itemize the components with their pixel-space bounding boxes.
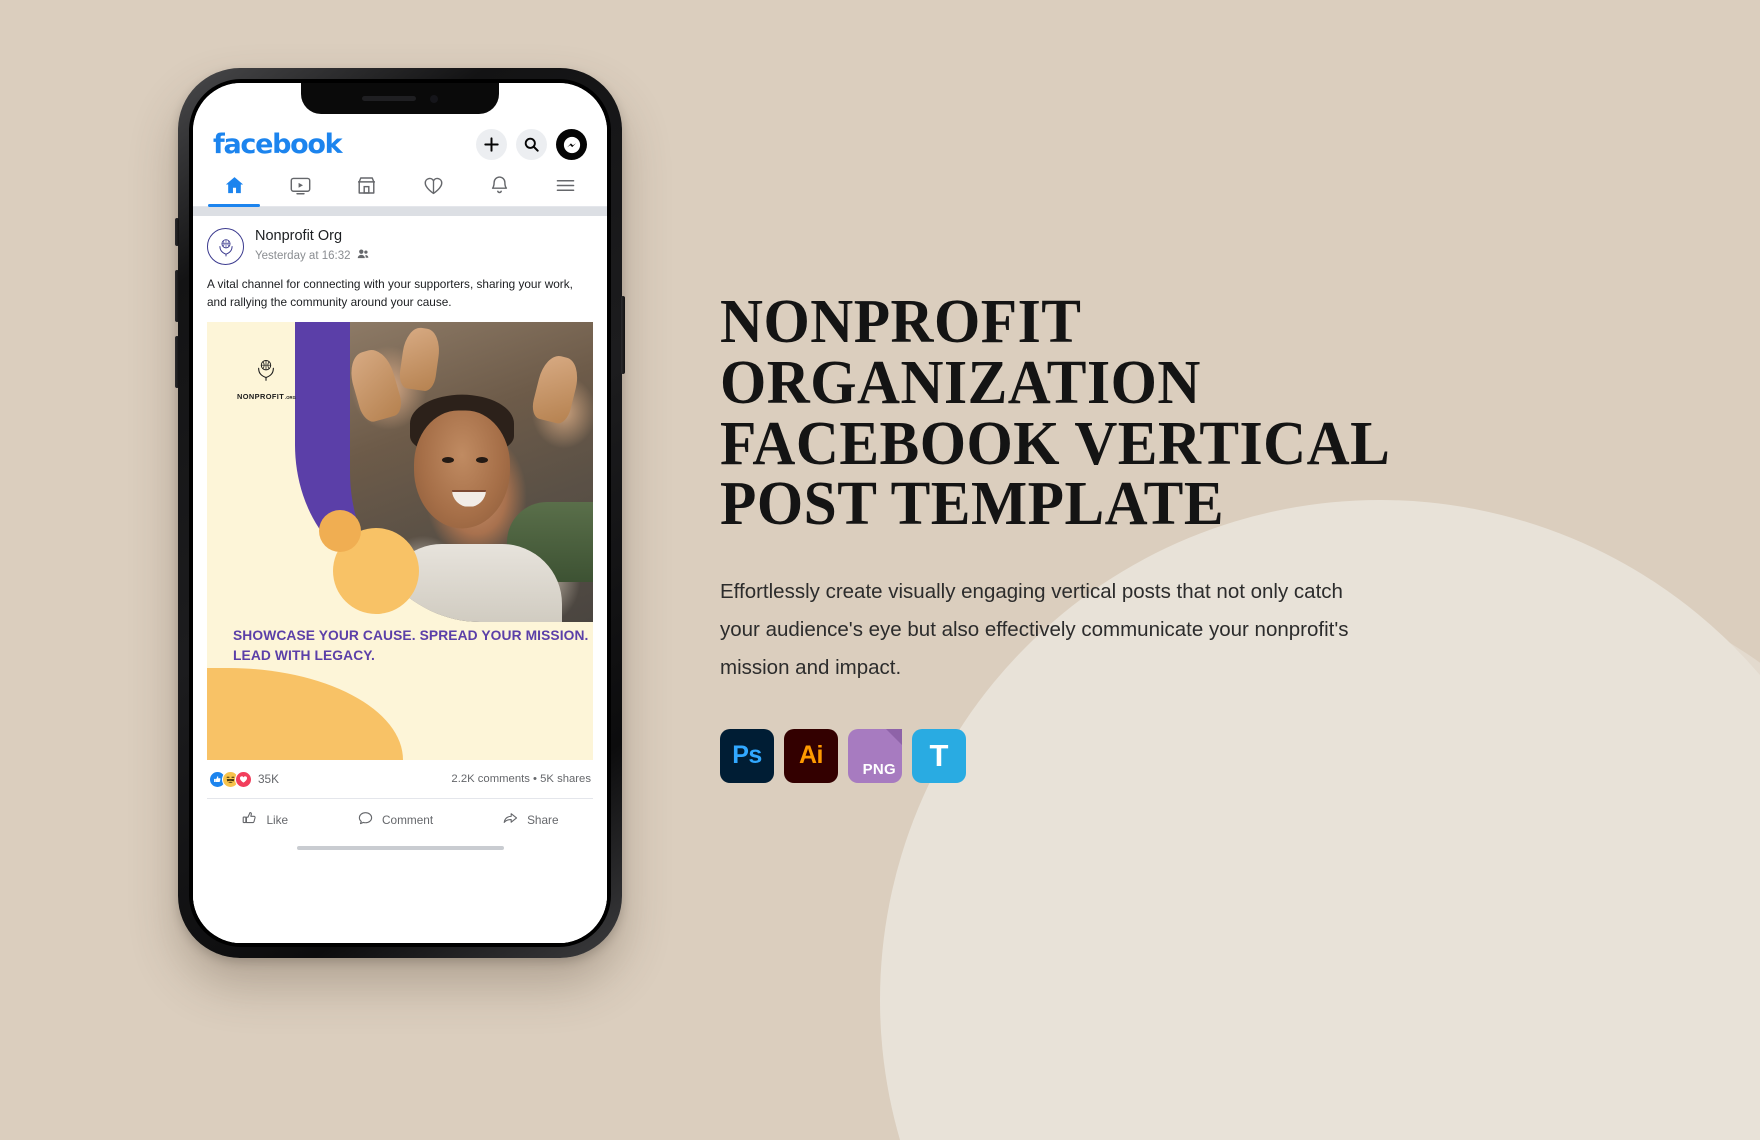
post-action-bar: Like Comment Share — [207, 799, 593, 842]
phone-power-button — [621, 296, 625, 374]
phone-screen: facebook Nonprofit Org Yesterday at 16:3… — [193, 83, 607, 943]
friends-icon — [357, 247, 369, 265]
photo-child-face — [413, 410, 510, 529]
comment-button[interactable]: Comment — [357, 810, 433, 830]
comments-shares-count: 2.2K comments • 5K shares — [451, 773, 591, 786]
png-badge-label: PNG — [862, 760, 896, 778]
illustrator-badge-label: Ai — [799, 741, 824, 770]
template-net-badge-label: T — [929, 737, 949, 773]
post-creative-image[interactable]: NONPROFIT .ORG SHOWCASE YOUR CAUSE. SPREA… — [207, 321, 593, 760]
like-button[interactable]: Like — [241, 810, 288, 830]
creative-logo-suffix: .ORG — [285, 394, 296, 400]
phone-notch — [301, 83, 499, 114]
template-net-badge[interactable]: T — [912, 728, 966, 783]
reaction-count: 35K — [258, 772, 279, 787]
share-button-label: Share — [527, 812, 559, 827]
home-indicator — [296, 845, 504, 850]
png-badge[interactable]: PNG — [848, 728, 902, 783]
facebook-app: facebook Nonprofit Org Yesterday at 16:3… — [193, 83, 607, 943]
front-camera — [430, 94, 438, 103]
feed-post: Nonprofit Org Yesterday at 16:32 A vital… — [193, 216, 607, 943]
phone-mute-switch — [175, 218, 179, 246]
phone-mockup: facebook Nonprofit Org Yesterday at 16:3… — [175, 68, 625, 958]
post-author-block: Nonprofit Org Yesterday at 16:32 — [255, 228, 369, 265]
feed-separator — [193, 207, 607, 216]
tab-home[interactable] — [201, 174, 267, 207]
share-button[interactable]: Share — [502, 810, 559, 830]
tab-notifications[interactable] — [466, 174, 532, 206]
phone-bezel: facebook Nonprofit Org Yesterday at 16:3… — [189, 79, 611, 947]
post-meta: Yesterday at 16:32 — [255, 247, 369, 265]
creative-circle-small — [319, 509, 361, 552]
post-header: Nonprofit Org Yesterday at 16:32 — [193, 216, 607, 271]
post-author-name[interactable]: Nonprofit Org — [255, 228, 369, 245]
tab-marketplace[interactable] — [334, 174, 400, 206]
photo-child-eye-left — [442, 456, 455, 463]
love-reaction-icon — [235, 770, 252, 788]
promo-content: NONPROFIT ORGANIZATION FACEBOOK VERTICAL… — [720, 288, 1510, 783]
creative-headline: SHOWCASE YOUR CAUSE. SPREAD YOUR MISSION… — [233, 628, 589, 663]
creative-logo: NONPROFIT .ORG — [237, 356, 296, 401]
photo-child-eye-right — [476, 456, 489, 463]
share-arrow-icon — [502, 810, 519, 830]
reaction-icon-group — [209, 770, 252, 788]
illustrator-badge[interactable]: Ai — [784, 728, 838, 783]
globe-in-hands-icon — [252, 356, 280, 389]
photoshop-badge[interactable]: Ps — [720, 728, 774, 783]
comment-bubble-icon — [357, 810, 374, 830]
creative-logo-name: NONPROFIT — [237, 391, 285, 401]
search-icon[interactable] — [516, 129, 547, 160]
post-body-text: A vital channel for connecting with your… — [207, 277, 573, 310]
like-button-label: Like — [266, 812, 289, 827]
comment-button-label: Comment — [382, 812, 434, 827]
creative-logo-text: NONPROFIT .ORG — [237, 392, 296, 401]
creative-bottom-arc — [207, 667, 403, 760]
phone-volume-down-button — [175, 336, 179, 388]
file-format-badges: Ps Ai PNG T — [720, 728, 1510, 783]
photoshop-badge-label: Ps — [732, 741, 762, 770]
png-badge-fold-corner — [886, 728, 902, 745]
tab-menu[interactable] — [533, 174, 599, 206]
thumbs-up-icon — [241, 810, 258, 830]
plus-icon[interactable] — [476, 129, 507, 160]
messenger-icon[interactable] — [556, 129, 587, 160]
post-timestamp: Yesterday at 16:32 — [255, 249, 351, 262]
earpiece-speaker — [362, 96, 416, 101]
avatar[interactable] — [207, 228, 244, 265]
tab-dating[interactable] — [400, 174, 466, 206]
tab-video[interactable] — [267, 174, 333, 206]
post-reactions[interactable]: 35K — [209, 770, 279, 788]
facebook-top-actions — [476, 129, 587, 160]
phone-volume-up-button — [175, 270, 179, 322]
page-title: NONPROFIT ORGANIZATION FACEBOOK VERTICAL… — [720, 288, 1387, 539]
facebook-tab-bar — [193, 174, 607, 207]
post-engagement-bar: 35K 2.2K comments • 5K shares — [207, 760, 593, 799]
page-description: Effortlessly create visually engaging ve… — [720, 580, 1349, 679]
facebook-wordmark: facebook — [213, 129, 343, 160]
